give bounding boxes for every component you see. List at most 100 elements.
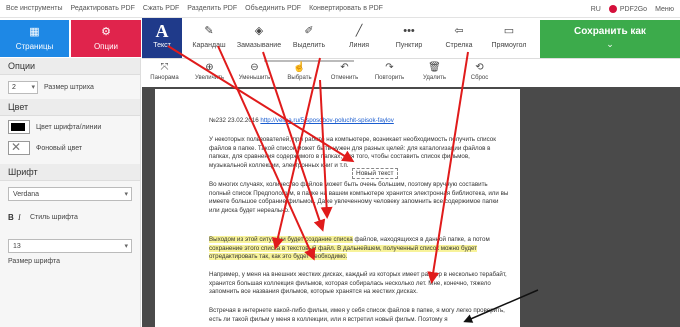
tool-label: Пунктир <box>395 42 423 49</box>
font-size-select[interactable]: 13 <box>8 239 132 253</box>
doc-paragraph-3: Выходом из этой ситуации будет создание … <box>209 236 509 262</box>
menu-button[interactable]: Меню <box>655 6 674 13</box>
action-label: Удалить <box>423 75 446 81</box>
bold-button[interactable]: B <box>8 213 18 222</box>
nav-merge-pdf[interactable]: Объединить PDF <box>245 5 301 12</box>
options-label: Опции <box>93 42 119 51</box>
toolbar-divider <box>142 58 680 59</box>
text-tool-icon: A <box>155 21 169 41</box>
no-color-icon: ✕ <box>11 141 22 154</box>
options-panel: Опции 2 Размер штриха Цвет Цвет шрифта/л… <box>0 58 141 327</box>
pan-icon: ⤧ <box>160 62 169 73</box>
action-label: Сброс <box>470 75 489 81</box>
action-pan[interactable]: ⤧ Панорама <box>142 60 187 86</box>
bg-color-row: ✕ Фоновый цвет <box>0 138 140 158</box>
action-zoom-in[interactable]: ⊕ Увеличить <box>187 60 232 86</box>
redo-icon: ↷ <box>385 62 394 73</box>
nav-all-tools[interactable]: Все инструменты <box>6 5 63 12</box>
stroke-size-row: 2 Размер штриха <box>0 75 140 99</box>
font-family-row: Verdana <box>0 181 140 207</box>
pencil-icon: ✎ <box>204 25 214 37</box>
tool-label: Выделить <box>292 42 326 49</box>
nav-convert-to-pdf[interactable]: Конвертировать в PDF <box>309 5 383 12</box>
font-size-row: 13 <box>0 237 140 255</box>
brand-logo[interactable]: PDF2Go <box>608 5 648 13</box>
nav-split-pdf[interactable]: Разделить PDF <box>187 5 237 12</box>
top-navigation: Все инструменты Редактировать PDF Сжать … <box>0 0 680 18</box>
font-color-label: Цвет шрифта/линии <box>36 123 102 131</box>
action-label: Увеличить <box>195 75 224 81</box>
text-tool-label: Текст <box>153 42 171 49</box>
reset-icon: ⟲ <box>475 62 484 73</box>
action-label: Отменить <box>330 75 359 81</box>
action-label: Панорама <box>150 75 179 81</box>
select-hand-icon: ☝ <box>293 62 306 73</box>
tool-line[interactable]: ╱ Линия <box>334 18 384 58</box>
font-size-label: Размер шрифта <box>8 257 61 265</box>
font-color-swatch[interactable] <box>8 120 30 134</box>
action-label: Выбрать <box>287 75 312 81</box>
italic-button[interactable]: I <box>18 213 28 222</box>
color-section-title: Цвет <box>0 99 140 116</box>
plain-text: файлов, находящихся в данной папке, а по… <box>352 236 490 243</box>
options-section-title: Опции <box>0 58 140 75</box>
action-zoom-out[interactable]: ⊖ Уменьшить <box>232 60 277 86</box>
action-redo[interactable]: ↷ Повторить <box>367 60 412 86</box>
stroke-size-select[interactable]: 2 <box>8 80 38 94</box>
tool-label: Карандаш <box>192 42 226 49</box>
new-text-box[interactable]: Новый текст <box>352 168 398 179</box>
tool-label: Стрелка <box>445 42 473 49</box>
doc-date: №232 23.02.2016 <box>209 117 261 124</box>
pages-label: Страницы <box>15 42 54 51</box>
rectangle-icon: ▭ <box>503 25 515 37</box>
action-undo[interactable]: ↶ Отменить <box>322 60 367 86</box>
doc-link[interactable]: http://velisa.ru/5-sposobov-poluchit-spi… <box>260 117 393 124</box>
highlighted-text: сохранение этого списка в текстовый файл… <box>209 244 478 260</box>
action-label: Повторить <box>374 75 405 81</box>
action-label: Уменьшить <box>238 75 271 81</box>
action-delete[interactable]: 🗑 Удалить <box>412 60 457 86</box>
doc-header: №232 23.02.2016 http://velisa.ru/5-sposo… <box>209 117 509 126</box>
trash-icon: 🗑 <box>428 62 441 73</box>
save-label: Сохранить как <box>574 26 646 37</box>
bg-color-swatch[interactable]: ✕ <box>8 141 30 155</box>
nav-compress-pdf[interactable]: Сжать PDF <box>143 5 179 12</box>
tool-highlighter[interactable]: ✐ Выделить <box>284 18 334 58</box>
tool-eraser[interactable]: ◈ Замазывание <box>234 18 284 58</box>
font-style-label: Стиль шрифта <box>30 213 78 221</box>
tool-label: Прямоугол <box>491 42 527 49</box>
language-selector[interactable]: RU <box>591 6 601 13</box>
font-section-title: Шрифт <box>0 164 140 181</box>
tool-arrow[interactable]: ⇦ Стрелка <box>434 18 484 58</box>
chevron-down-icon: ⌄ <box>606 39 614 49</box>
action-select[interactable]: ☝ Выбрать <box>277 60 322 86</box>
zoom-out-icon: ⊖ <box>250 62 259 73</box>
line-icon: ╱ <box>355 25 363 37</box>
pdf-page[interactable]: №232 23.02.2016 http://velisa.ru/5-sposo… <box>155 89 520 327</box>
tool-rectangle[interactable]: ▭ Прямоугол <box>484 18 534 58</box>
tool-strip: ✎ Карандаш ◈ Замазывание ✐ Выделить ╱ Ли… <box>184 18 536 58</box>
doc-paragraph-5: Встречая в интернете какой-либо фильм, и… <box>209 307 505 323</box>
save-as-button[interactable]: Сохранить как ⌄ <box>540 20 680 58</box>
font-color-row: Цвет шрифта/линии <box>0 116 140 138</box>
dotted-line-icon: ••• <box>403 25 415 37</box>
stroke-size-label: Размер штриха <box>44 83 94 91</box>
nav-right: RU PDF2Go Меню <box>583 0 674 18</box>
doc-paragraph-2: Во многих случаях, количество файлов мож… <box>209 181 509 214</box>
font-family-select[interactable]: Verdana <box>8 187 132 201</box>
undo-icon: ↶ <box>340 62 349 73</box>
tool-dotted-line[interactable]: ••• Пунктир <box>384 18 434 58</box>
text-tool-button[interactable]: A Текст <box>142 18 182 58</box>
pages-button[interactable]: ▦ Страницы <box>0 20 69 57</box>
eraser-icon: ◈ <box>254 25 264 37</box>
nav-edit-pdf[interactable]: Редактировать PDF <box>71 5 135 12</box>
action-reset[interactable]: ⟲ Сброс <box>457 60 502 86</box>
brand-name: PDF2Go <box>619 5 648 13</box>
tool-label: Замазывание <box>236 42 282 49</box>
gear-icon: ⚙ <box>101 26 111 38</box>
options-button[interactable]: ⚙ Опции <box>71 20 141 57</box>
tool-pencil[interactable]: ✎ Карандаш <box>184 18 234 58</box>
font-size-label-row: Размер шрифта <box>0 255 140 267</box>
doc-paragraph-4: Например, у меня на внешних жестких диск… <box>209 271 507 295</box>
doc-paragraph-1: У некоторых пользователей, при работе на… <box>209 136 496 169</box>
